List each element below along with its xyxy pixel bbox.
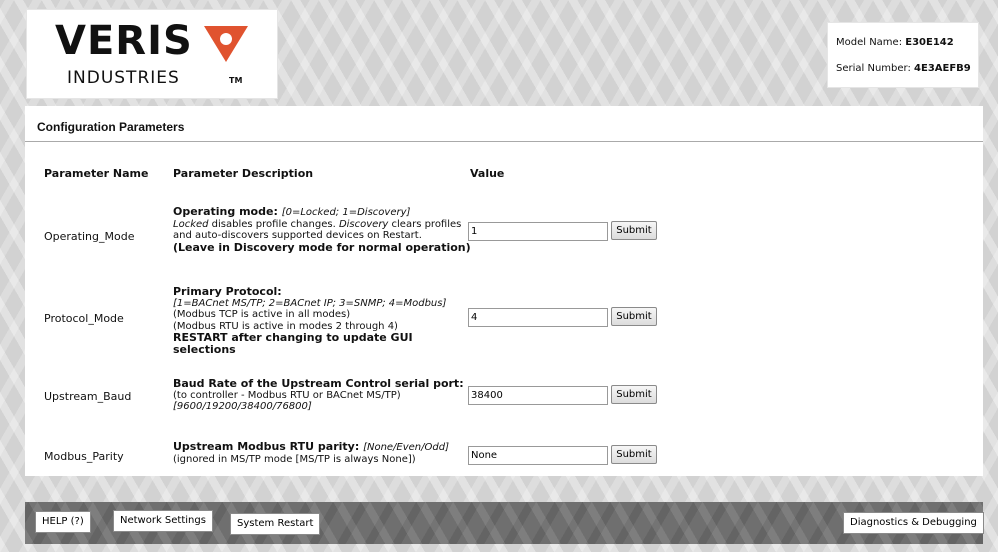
desc-em: Discovery	[338, 218, 389, 230]
param-title: Baud Rate of the Upstream Control serial…	[173, 377, 464, 390]
param-title: Operating mode:	[173, 205, 282, 218]
param-name: Upstream_Baud	[44, 390, 132, 403]
param-name: Protocol_Mode	[44, 312, 124, 325]
desc-text: (ignored in MS/TP mode [MS/TP is always …	[173, 453, 416, 465]
col-header-name: Parameter Name	[44, 167, 149, 180]
col-header-description: Parameter Description	[173, 167, 314, 180]
param-name: Operating_Mode	[44, 230, 135, 243]
logo-subtitle: INDUSTRIES	[67, 68, 180, 88]
param-title: Upstream Modbus RTU parity:	[173, 440, 364, 453]
veris-logo: VERIS INDUSTRIES TM	[26, 9, 278, 99]
section-title: Configuration Parameters	[37, 120, 185, 134]
model-name: Model Name: E30E142	[836, 37, 954, 48]
section-divider	[25, 141, 983, 142]
modbus-parity-submit-button[interactable]: Submit	[611, 445, 657, 464]
param-note: (Leave in Discovery mode for normal oper…	[173, 240, 471, 254]
param-description: Primary Protocol: [1=BACnet MS/TP; 2=BAC…	[173, 286, 473, 355]
upstream-baud-input[interactable]	[468, 386, 608, 405]
protocol-mode-submit-button[interactable]: Submit	[611, 307, 657, 326]
operating-mode-input[interactable]	[468, 222, 608, 241]
system-restart-button[interactable]: System Restart	[230, 513, 321, 535]
param-description: Operating mode: [0=Locked; 1=Discovery] …	[173, 206, 473, 253]
param-name: Modbus_Parity	[44, 450, 124, 463]
device-info-box: Model Name: E30E142 Serial Number: 4E3AE…	[827, 22, 979, 88]
col-header-value: Value	[470, 167, 505, 180]
veris-v-mark-icon	[204, 26, 248, 62]
modbus-parity-input[interactable]	[468, 446, 608, 465]
serial-number-label: Serial Number:	[836, 63, 915, 74]
param-options: [0=Locked; 1=Discovery]	[281, 207, 411, 218]
param-options: [9600/19200/38400/76800]	[173, 401, 312, 412]
desc-text: (to controller - Modbus RTU or BACnet MS…	[173, 389, 401, 401]
desc-text: disables profile changes.	[208, 218, 339, 230]
logo-wordmark: VERIS	[55, 18, 193, 64]
desc-text: and auto-discovers supported devices on …	[173, 230, 422, 241]
desc-text: clears profiles	[388, 218, 462, 230]
desc-em: Locked	[173, 218, 209, 230]
param-options: [1=BACnet MS/TP; 2=BACnet IP; 3=SNMP; 4=…	[173, 297, 447, 309]
operating-mode-submit-button[interactable]: Submit	[611, 221, 657, 240]
model-name-label: Model Name:	[836, 37, 906, 48]
protocol-mode-input[interactable]	[468, 308, 608, 327]
footer-bar: HELP (?) Network Settings System Restart…	[25, 502, 984, 544]
upstream-baud-submit-button[interactable]: Submit	[611, 385, 657, 404]
help-button[interactable]: HELP (?)	[35, 511, 91, 533]
param-description: Upstream Modbus RTU parity: [None/Even/O…	[173, 441, 473, 465]
config-panel: Configuration Parameters Parameter Name …	[25, 106, 983, 476]
logo-trademark: TM	[229, 76, 243, 85]
serial-number-value: 4E3AEFB9	[914, 63, 971, 74]
serial-number: Serial Number: 4E3AEFB9	[836, 63, 971, 74]
desc-text: (Modbus TCP is active in all modes)	[173, 309, 351, 320]
diagnostics-button[interactable]: Diagnostics & Debugging	[843, 512, 984, 534]
page-background: VERIS INDUSTRIES TM Model Name: E30E142 …	[0, 0, 998, 552]
model-name-value: E30E142	[905, 37, 954, 48]
param-title: Primary Protocol:	[173, 285, 282, 298]
param-description: Baud Rate of the Upstream Control serial…	[173, 378, 473, 413]
param-note: RESTART after changing to update GUI sel…	[173, 331, 413, 356]
param-options: [None/Even/Odd]	[363, 442, 449, 453]
network-settings-button[interactable]: Network Settings	[113, 510, 213, 532]
